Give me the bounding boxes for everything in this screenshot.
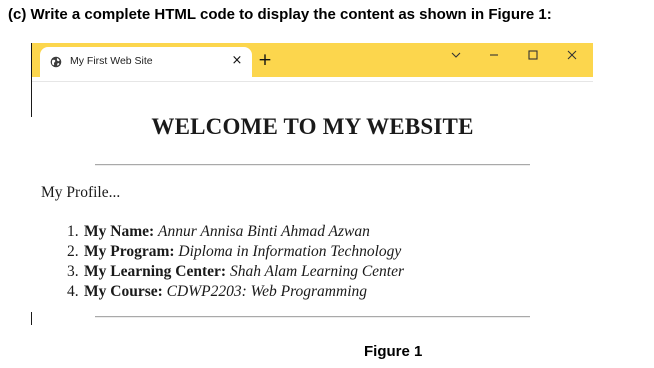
close-tab-icon[interactable]: × <box>230 53 244 69</box>
profile-key: My Learning Center: <box>84 263 227 280</box>
profile-key: My Name: <box>84 223 155 240</box>
profile-item-learning-center: 3. My Learning Center: Shah Alam Learning… <box>67 262 404 282</box>
profile-value: Shah Alam Learning Center <box>229 263 405 280</box>
tab-title: My First Web Site <box>70 55 153 67</box>
horizontal-rule-top <box>95 164 530 166</box>
profile-key: My Course: <box>84 283 163 300</box>
profile-item-course: 4. My Course: CDWP2203: Web Programming <box>67 282 404 302</box>
list-number: 1. <box>67 223 79 240</box>
list-number: 2. <box>67 243 79 260</box>
maximize-icon[interactable] <box>525 47 541 63</box>
horizontal-rule-bottom <box>95 316 530 318</box>
browser-window: My First Web Site × + WELCOME TO MY WEBS… <box>32 43 593 325</box>
profile-list: 1. My Name: Annur Annisa Binti Ahmad Azwa… <box>67 222 404 302</box>
minimize-icon[interactable] <box>486 47 502 63</box>
profile-label: My Profile... <box>41 184 121 201</box>
profile-key: My Program: <box>84 243 175 260</box>
profile-value: CDWP2203: Web Programming <box>166 283 367 300</box>
list-number: 3. <box>67 263 79 280</box>
profile-item-program: 2. My Program: Diploma in Information Tec… <box>67 242 404 262</box>
page-content: WELCOME TO MY WEBSITE My Profile... 1. My… <box>32 82 593 325</box>
profile-value: Annur Annisa Binti Ahmad Azwan <box>158 223 370 240</box>
page-heading: WELCOME TO MY WEBSITE <box>151 114 474 139</box>
question-text: (c) Write a complete HTML code to displa… <box>8 6 552 23</box>
close-icon[interactable] <box>564 47 580 63</box>
browser-titlebar: My First Web Site × + <box>32 43 593 77</box>
list-number: 4. <box>67 283 79 300</box>
profile-item-name: 1. My Name: Annur Annisa Binti Ahmad Azwa… <box>67 222 404 242</box>
browser-tab[interactable]: My First Web Site × <box>40 47 252 77</box>
figure-caption: Figure 1 <box>364 343 423 360</box>
new-tab-button[interactable]: + <box>257 52 273 69</box>
profile-value: Diploma in Information Technology <box>178 243 402 260</box>
globe-icon <box>50 56 62 68</box>
chevron-down-icon[interactable] <box>448 47 464 63</box>
